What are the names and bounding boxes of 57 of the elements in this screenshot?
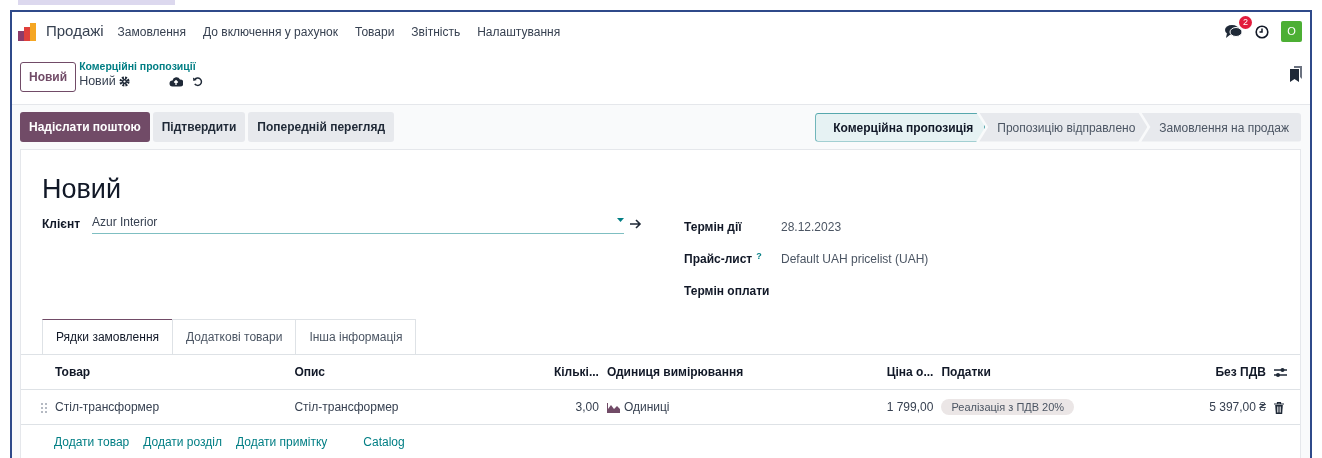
- action-button[interactable]: Підтвердити: [152, 112, 246, 142]
- drag-handle-icon[interactable]: [41, 402, 48, 413]
- field-label: Термін оплати: [684, 283, 771, 301]
- clock-icon[interactable]: [1255, 24, 1269, 39]
- table-cell[interactable]: Стіл-трансформер: [290, 389, 521, 425]
- add-line-link[interactable]: Catalog: [363, 433, 405, 452]
- app-logo-icon[interactable]: [18, 22, 38, 41]
- table-cell: 5 397,00 ₴: [1117, 389, 1270, 425]
- field-label: Клієнт: [42, 215, 82, 233]
- client-field[interactable]: Azur Interior: [92, 213, 624, 235]
- tax-tag: Реалізація з ПДВ 20%: [941, 399, 1075, 416]
- menu-item[interactable]: Замовлення: [117, 22, 186, 41]
- status-stage[interactable]: Комерційна пропозиція: [815, 112, 986, 142]
- record-title: Новий: [42, 174, 123, 206]
- status-stage[interactable]: Замовлення на продаж: [1141, 112, 1301, 142]
- table-cell[interactable]: Стіл-трансформер: [51, 389, 291, 425]
- menu-item[interactable]: До включення у рахунок: [203, 22, 338, 41]
- messages-icon[interactable]: [1225, 24, 1243, 39]
- dropdown-caret-icon[interactable]: [617, 218, 624, 223]
- menu-item[interactable]: Налаштування: [477, 22, 561, 41]
- table-cell[interactable]: 3,00: [520, 389, 603, 425]
- delete-icon[interactable]: [1273, 401, 1284, 414]
- unread-count: 2: [1239, 16, 1252, 29]
- menu-item[interactable]: Товари: [355, 22, 395, 41]
- status-stage[interactable]: Пропозицію відправлено: [979, 112, 1148, 142]
- breadcrumb-link[interactable]: Комерційні пропозиції: [79, 60, 203, 72]
- cloud-upload-icon[interactable]: [168, 75, 183, 87]
- field-value: Default UAH pricelist (UAH): [781, 251, 929, 269]
- column-header[interactable]: Без ПДВ: [1117, 354, 1270, 390]
- record-name: Новий: [79, 73, 116, 90]
- column-header[interactable]: Кількі...: [520, 354, 603, 390]
- add-line-link[interactable]: Додати розділ: [143, 433, 222, 452]
- field-label: Прайс-лист: [684, 252, 753, 267]
- menu-item[interactable]: Звітність: [411, 22, 461, 41]
- column-header[interactable]: Опис: [290, 354, 521, 390]
- notebook-tab[interactable]: Рядки замовлення: [42, 319, 174, 355]
- arrow-right-icon[interactable]: [630, 218, 642, 229]
- action-button[interactable]: Попередній перегляд: [248, 112, 395, 142]
- column-header[interactable]: Податки: [937, 354, 1118, 390]
- column-header[interactable]: Товар: [51, 354, 291, 390]
- send-email-button[interactable]: Надіслати поштою: [20, 112, 150, 142]
- column-header[interactable]: Ціна о...: [865, 354, 938, 390]
- settings-icon[interactable]: [118, 75, 130, 87]
- help-mark[interactable]: ?: [756, 250, 762, 261]
- add-line-link[interactable]: Додати примітку: [236, 433, 328, 452]
- column-settings-icon[interactable]: [1273, 367, 1287, 379]
- field-label: Термін дії: [684, 219, 743, 237]
- field-value: 28.12.2023: [781, 219, 842, 237]
- table-cell: Одиниці: [623, 400, 670, 415]
- new-button[interactable]: Новий: [20, 62, 77, 92]
- app-name[interactable]: Продажі: [46, 20, 104, 43]
- bookmark-icon[interactable]: [1290, 66, 1302, 82]
- add-line-link[interactable]: Додати товар: [54, 433, 130, 452]
- column-header[interactable]: Одиниця вимірювання: [602, 354, 866, 390]
- table-cell[interactable]: 1 799,00: [865, 389, 938, 425]
- undo-icon[interactable]: [191, 75, 203, 87]
- notebook-tab[interactable]: Інша інформація: [295, 319, 417, 355]
